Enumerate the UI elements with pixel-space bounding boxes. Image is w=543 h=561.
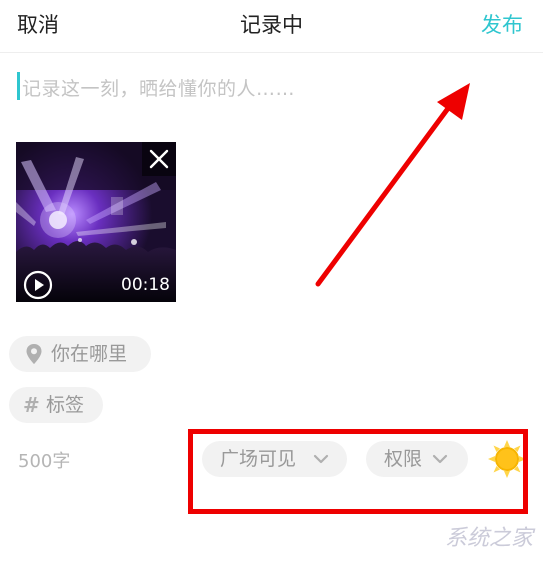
- watermark-logo: 系统之家: [444, 526, 533, 551]
- tag-chip[interactable]: # 标签: [9, 387, 103, 423]
- location-pin-icon: [26, 344, 42, 364]
- play-icon: [23, 270, 53, 300]
- post-text-input[interactable]: 记录这一刻，晒给懂你的人……: [22, 74, 295, 101]
- close-icon: [149, 149, 169, 169]
- location-chip[interactable]: 你在哪里: [9, 336, 151, 372]
- play-button[interactable]: [23, 270, 53, 300]
- hash-icon: #: [23, 393, 40, 417]
- top-bar: 取消 记录中 发布: [0, 0, 543, 53]
- post-editor-screen: 取消 记录中 发布 记录这一刻，晒给懂你的人…… 00:18 你在哪里 # 标签…: [0, 0, 543, 561]
- location-label: 你在哪里: [51, 343, 128, 365]
- remove-video-button[interactable]: [142, 142, 176, 176]
- page-title: 记录中: [240, 13, 303, 37]
- video-thumbnail[interactable]: 00:18: [16, 142, 176, 302]
- text-cursor: [17, 72, 20, 100]
- word-count: 500字: [18, 451, 71, 472]
- highlight-box: [188, 429, 528, 514]
- tag-label: 标签: [46, 394, 85, 416]
- video-duration: 00:18: [121, 275, 170, 295]
- publish-button[interactable]: 发布: [481, 9, 523, 39]
